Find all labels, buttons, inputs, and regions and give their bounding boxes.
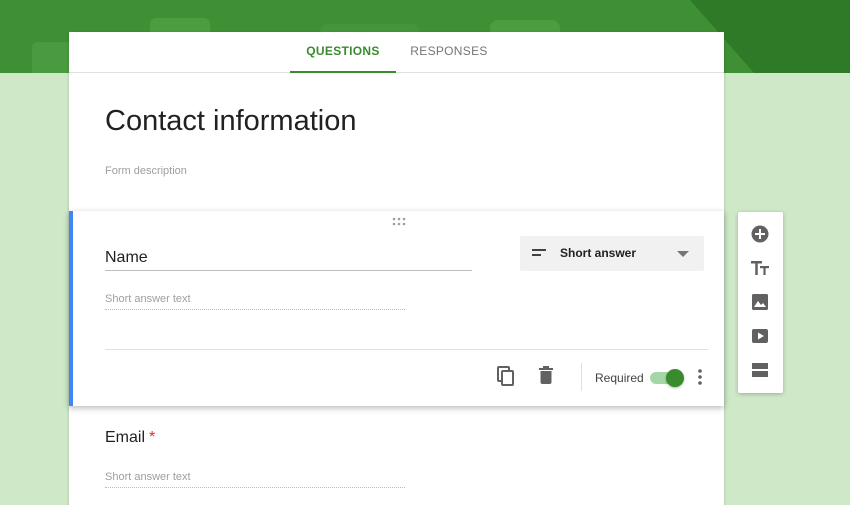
- question-title-email[interactable]: Email *: [105, 429, 155, 447]
- footer-divider: [581, 363, 582, 391]
- side-toolbar: [738, 212, 783, 393]
- question-type-label: Short answer: [560, 246, 637, 260]
- form-description-input[interactable]: Form description: [105, 165, 187, 177]
- drag-handle-icon[interactable]: [391, 217, 407, 227]
- add-question-icon[interactable]: [750, 224, 770, 244]
- required-toggle[interactable]: [650, 369, 684, 387]
- toggle-thumb: [666, 369, 684, 387]
- required-label: Required: [595, 371, 644, 385]
- short-answer-placeholder: Short answer text: [105, 293, 405, 310]
- question-title-text: Email: [105, 429, 146, 446]
- tab-responses[interactable]: RESPONSES: [401, 32, 497, 73]
- short-answer-icon: [532, 249, 546, 256]
- question-title-input[interactable]: Name: [105, 249, 472, 271]
- required-marker: *: [149, 429, 156, 446]
- tab-questions[interactable]: QUESTIONS: [290, 32, 396, 73]
- tab-bar: QUESTIONS RESPONSES: [69, 32, 724, 73]
- card-divider: [105, 349, 708, 350]
- delete-icon[interactable]: [539, 366, 553, 384]
- add-image-icon[interactable]: [750, 292, 770, 312]
- form-title[interactable]: Contact information: [105, 105, 356, 138]
- question-card-active[interactable]: Name Short answer Short answer text Requ…: [69, 211, 724, 406]
- add-section-icon[interactable]: [750, 360, 770, 380]
- more-options-icon[interactable]: [698, 369, 702, 385]
- question-type-dropdown[interactable]: Short answer: [520, 236, 704, 271]
- chevron-down-icon: [677, 251, 689, 257]
- add-title-icon[interactable]: [750, 258, 770, 278]
- short-answer-placeholder: Short answer text: [105, 471, 405, 488]
- add-video-icon[interactable]: [750, 326, 770, 346]
- duplicate-icon[interactable]: [497, 366, 515, 386]
